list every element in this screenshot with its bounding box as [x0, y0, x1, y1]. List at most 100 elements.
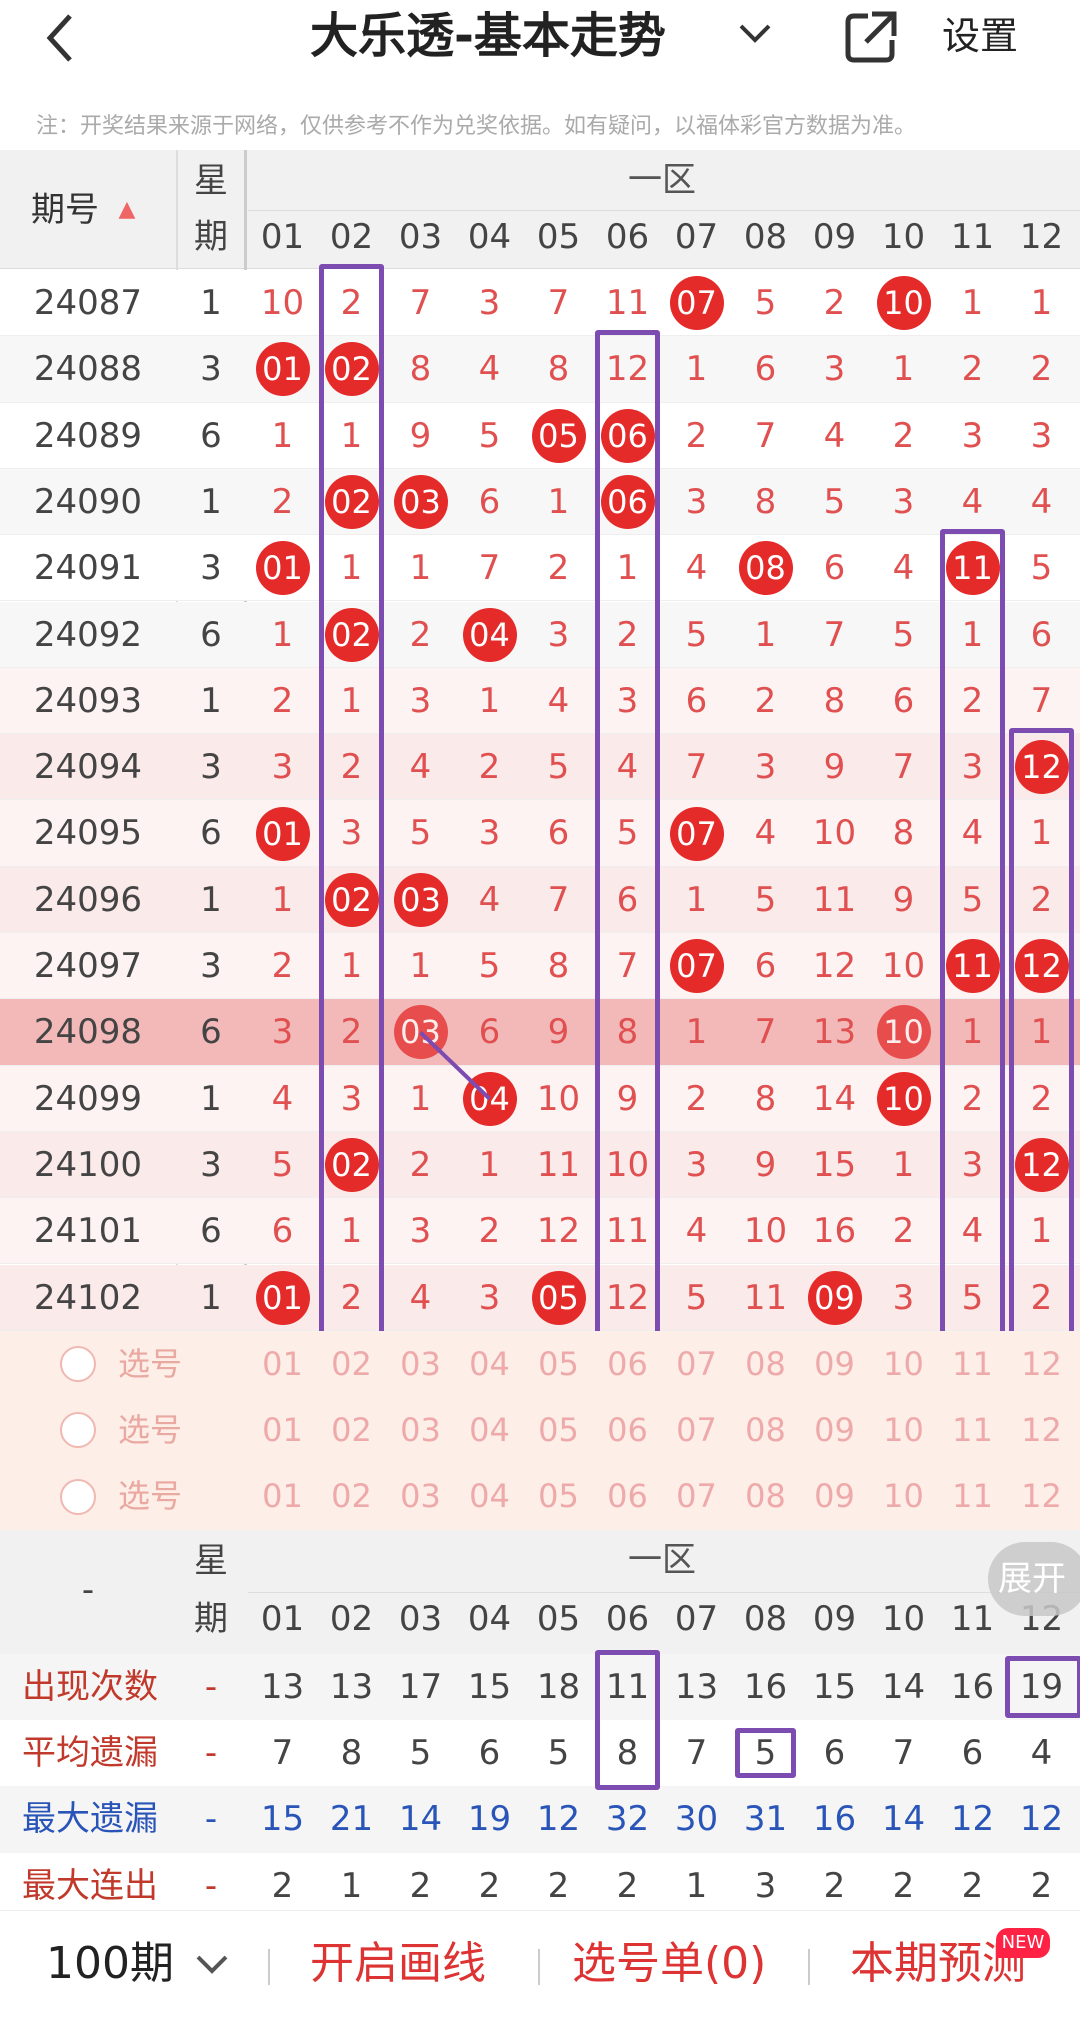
select-label[interactable]: 选号 — [110, 1397, 190, 1463]
miss-count-cell: 1 — [1030, 283, 1053, 323]
miss-count-cell: 3 — [409, 680, 432, 721]
miss-count-cell: 1 — [685, 1012, 708, 1053]
select-number[interactable]: 01 — [248, 1397, 317, 1463]
miss-count-cell: 1 — [478, 1144, 501, 1185]
miss-count-cell: 6 — [685, 680, 708, 721]
column-number: 02 — [329, 217, 374, 257]
column-number: 05 — [536, 1598, 581, 1639]
miss-count-cell: 12 — [536, 1211, 581, 1252]
column-number: 05 — [536, 217, 581, 257]
miss-count-cell: 4 — [478, 879, 501, 920]
sort-arrows-icon[interactable]: ▲ — [112, 188, 142, 232]
radio-empty-icon[interactable] — [60, 1478, 96, 1515]
select-number[interactable]: 01 — [248, 1463, 317, 1529]
disclaimer-note: 注：开奖结果来源于网络，仅供参考不作为兑奖依据。如有疑问，以福体彩官方数据为准。 — [36, 114, 917, 139]
select-number[interactable]: 02 — [317, 1331, 386, 1397]
select-label[interactable]: 选号 — [110, 1331, 190, 1397]
miss-count-cell: 3 — [961, 415, 984, 456]
miss-count-cell: 10 — [260, 283, 305, 323]
stats-value: 18 — [536, 1666, 581, 1707]
select-number[interactable]: 03 — [386, 1397, 455, 1463]
select-number[interactable]: 05 — [524, 1397, 593, 1463]
select-number[interactable]: 09 — [800, 1463, 869, 1529]
winning-ball: 07 — [669, 939, 724, 994]
select-number[interactable]: 09 — [800, 1331, 869, 1397]
select-number[interactable]: 02 — [317, 1397, 386, 1463]
stats-value: 13 — [260, 1666, 305, 1707]
miss-count-cell: 9 — [547, 1012, 570, 1053]
select-number[interactable]: 10 — [869, 1463, 938, 1529]
highlight-box — [735, 1728, 796, 1779]
select-number[interactable]: 06 — [593, 1397, 662, 1463]
select-number[interactable]: 08 — [731, 1331, 800, 1397]
miss-count-cell: 5 — [409, 813, 432, 854]
column-number: 02 — [329, 1598, 374, 1639]
column-number: 04 — [467, 217, 512, 257]
stats-value: 31 — [743, 1799, 788, 1840]
select-number[interactable]: 05 — [524, 1331, 593, 1397]
miss-count-cell: 3 — [478, 283, 501, 323]
miss-count-cell: 3 — [754, 747, 777, 788]
select-number[interactable]: 12 — [1007, 1331, 1076, 1397]
draw-lines-button[interactable]: 开启画线 — [310, 1929, 486, 1999]
select-number[interactable]: 07 — [662, 1463, 731, 1529]
select-number[interactable]: 07 — [662, 1331, 731, 1397]
chevron-down-icon[interactable] — [735, 14, 775, 63]
select-number[interactable]: 11 — [938, 1463, 1007, 1529]
divider — [538, 1949, 540, 1985]
column-number: 07 — [674, 1598, 719, 1639]
select-number[interactable]: 01 — [248, 1331, 317, 1397]
select-number[interactable]: 11 — [938, 1397, 1007, 1463]
radio-empty-icon[interactable] — [60, 1345, 96, 1382]
chevron-left-icon[interactable] — [40, 8, 100, 68]
select-number[interactable]: 04 — [455, 1331, 524, 1397]
expand-button[interactable]: 展开 — [988, 1542, 1080, 1616]
select-number[interactable]: 09 — [800, 1397, 869, 1463]
select-number[interactable]: 11 — [938, 1331, 1007, 1397]
select-number[interactable]: 06 — [593, 1331, 662, 1397]
period-cell: 24102 — [33, 1277, 143, 1318]
select-number[interactable]: 12 — [1007, 1397, 1076, 1463]
column-number: 04 — [467, 1598, 512, 1639]
select-number[interactable]: 02 — [317, 1463, 386, 1529]
stats-week-cell: - — [204, 1733, 218, 1773]
select-number[interactable]: 05 — [524, 1463, 593, 1529]
select-number[interactable]: 03 — [386, 1331, 455, 1397]
column-number: 03 — [398, 217, 443, 257]
select-number[interactable]: 08 — [731, 1397, 800, 1463]
select-number[interactable]: 12 — [1007, 1463, 1076, 1529]
stats-value: 2 — [892, 1865, 915, 1906]
page-title[interactable]: 大乐透-基本走势 — [310, 0, 666, 80]
miss-count-cell: 2 — [961, 349, 984, 390]
miss-count-cell: 2 — [1030, 349, 1053, 390]
miss-count-cell: 3 — [823, 349, 846, 390]
column-number: 11 — [950, 217, 995, 257]
stats-value: 16 — [743, 1666, 788, 1707]
settings-button[interactable]: 设置 — [942, 0, 1018, 72]
week-cell: 1 — [200, 283, 222, 323]
select-number[interactable]: 07 — [662, 1397, 731, 1463]
select-number[interactable]: 04 — [455, 1463, 524, 1529]
select-number[interactable]: 04 — [455, 1397, 524, 1463]
select-number[interactable]: 06 — [593, 1463, 662, 1529]
select-label[interactable]: 选号 — [110, 1463, 190, 1529]
miss-count-cell: 3 — [478, 813, 501, 854]
periods-select[interactable]: 100期 — [46, 1929, 174, 1999]
week-cell: 3 — [200, 349, 222, 390]
miss-count-cell: 9 — [754, 1144, 777, 1185]
period-cell: 24097 — [33, 946, 143, 986]
select-number[interactable]: 03 — [386, 1463, 455, 1529]
chevron-down-icon[interactable] — [192, 1945, 232, 1989]
select-number[interactable]: 10 — [869, 1331, 938, 1397]
select-number[interactable]: 08 — [731, 1463, 800, 1529]
miss-count-cell: 11 — [536, 1144, 581, 1185]
miss-count-cell: 8 — [547, 349, 570, 390]
share-external-icon[interactable] — [842, 8, 900, 66]
select-number[interactable]: 10 — [869, 1397, 938, 1463]
miss-count-cell: 2 — [271, 680, 294, 721]
miss-count-cell: 9 — [823, 747, 846, 788]
stats-row-label: 最大遗漏 — [22, 1799, 158, 1840]
selection-list-button[interactable]: 选号单(0) — [572, 1929, 766, 1999]
radio-empty-icon[interactable] — [60, 1412, 96, 1449]
miss-count-cell: 4 — [685, 1211, 708, 1252]
